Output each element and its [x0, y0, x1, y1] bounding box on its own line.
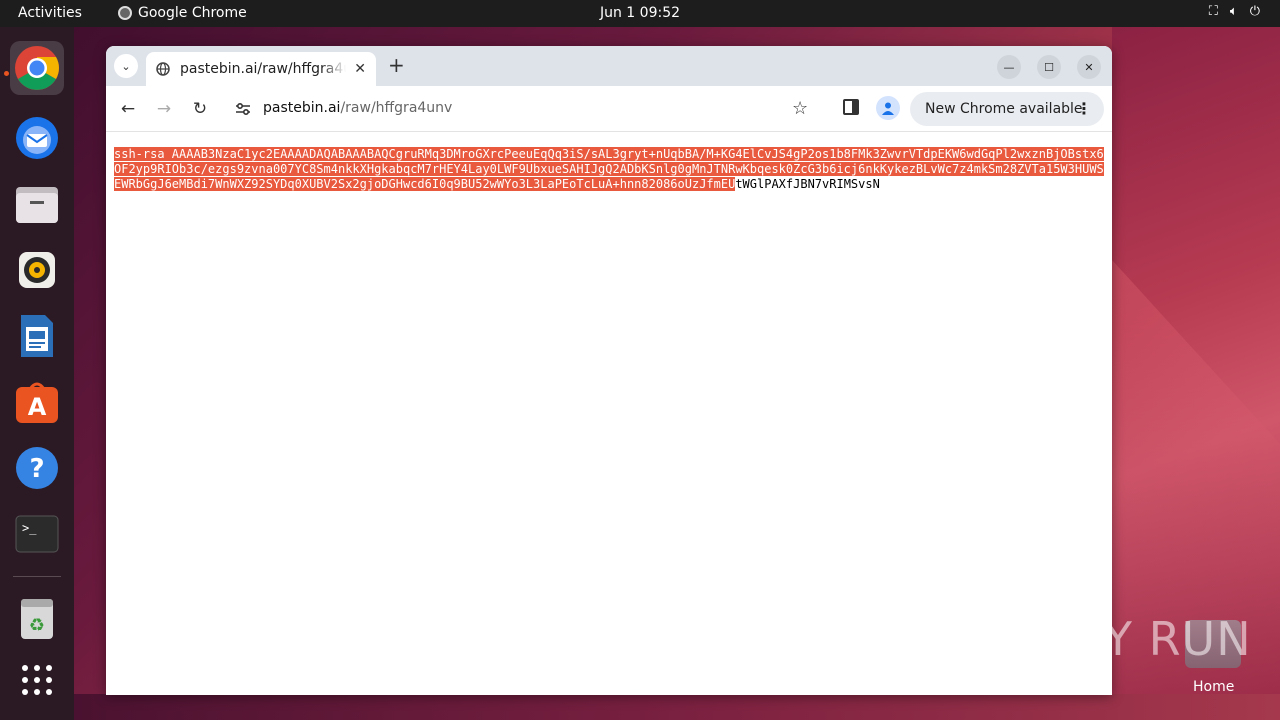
watermark: ANY RUN	[1036, 612, 1252, 666]
chrome-window: ⌄ pastebin.ai/raw/hffgra4unv ✕ + — ☐ ✕ ←…	[106, 46, 1112, 695]
bookmark-star-icon[interactable]: ☆	[792, 98, 808, 119]
maximize-button[interactable]: ☐	[1037, 55, 1061, 79]
chrome-small-icon	[118, 6, 132, 20]
update-chrome-button[interactable]: New Chrome available ⋮	[910, 92, 1104, 126]
dock-app-center[interactable]: A	[10, 375, 64, 429]
speaker-icon	[19, 252, 55, 288]
activities-button[interactable]: Activities	[18, 5, 82, 21]
reload-button[interactable]: ↻	[188, 97, 212, 121]
page-content[interactable]: ssh-rsa AAAAB3NzaC1yc2EAAAADAQABAAABAQCg…	[106, 133, 1112, 695]
person-icon	[882, 102, 894, 115]
unselected-text[interactable]: tWGlPAXfJBN7vRIMSvsN	[735, 177, 880, 191]
svg-text:♻: ♻	[29, 615, 45, 636]
chevron-down-icon: ⌄	[121, 59, 131, 73]
tab-title: pastebin.ai/raw/hffgra4unv	[180, 61, 346, 77]
clock[interactable]: Jun 1 09:52	[600, 5, 680, 21]
new-tab-button[interactable]: +	[388, 55, 405, 75]
profile-button[interactable]	[876, 96, 900, 120]
top-bar: Activities Google Chrome Jun 1 09:52 ⛶ 🔈…	[0, 0, 1280, 27]
tab-strip: ⌄ pastebin.ai/raw/hffgra4unv ✕ + — ☐ ✕	[106, 46, 1112, 86]
tab-search-button[interactable]: ⌄	[114, 54, 138, 78]
chrome-icon	[15, 46, 59, 90]
site-info-icon	[236, 102, 250, 116]
grid-icon	[22, 665, 52, 695]
forward-button[interactable]: →	[152, 97, 176, 121]
close-window-button[interactable]: ✕	[1077, 55, 1101, 79]
url-path: /raw/hffgra4unv	[340, 100, 453, 116]
back-button[interactable]: ←	[116, 97, 140, 121]
globe-icon	[156, 62, 170, 76]
volume-icon: 🔈︎	[1229, 4, 1238, 19]
minimize-button[interactable]: —	[997, 55, 1021, 79]
svg-text:?: ?	[29, 454, 44, 484]
power-icon: ⏻	[1249, 4, 1260, 19]
app-name: Google Chrome	[138, 5, 247, 21]
dock: A ? >_ ♻	[0, 27, 74, 720]
arrow-left-icon: ←	[120, 99, 136, 119]
svg-text:A: A	[28, 393, 47, 421]
tab-close-icon[interactable]: ✕	[354, 61, 366, 77]
dock-separator	[13, 576, 61, 577]
dock-terminal[interactable]: >_	[10, 507, 64, 561]
tab-active[interactable]: pastebin.ai/raw/hffgra4unv ✕	[146, 52, 376, 86]
trash-icon: ♻	[21, 599, 53, 639]
folder-icon	[16, 187, 58, 223]
side-panel-icon[interactable]	[843, 99, 859, 115]
watermark-text: ANY RUN	[1036, 612, 1252, 666]
arrow-right-icon: →	[156, 99, 172, 119]
home-folder-label[interactable]: Home	[1193, 679, 1234, 695]
dock-files[interactable]	[10, 177, 64, 231]
dock-trash[interactable]: ♻	[10, 591, 64, 645]
running-indicator	[4, 71, 9, 76]
address-bar[interactable]: pastebin.ai/raw/hffgra4unv	[226, 92, 826, 126]
update-label: New Chrome available	[925, 101, 1083, 117]
svg-text:>_: >_	[22, 521, 37, 535]
dock-chrome[interactable]	[10, 41, 64, 95]
app-menu[interactable]: Google Chrome	[118, 5, 247, 21]
app-center-icon: A	[16, 382, 58, 423]
menu-dots-icon[interactable]: ⋮	[1076, 99, 1092, 118]
browser-toolbar: ← → ↻ pastebin.ai/raw/hffgra4unv ☆ New C…	[106, 86, 1112, 132]
dock-show-apps[interactable]	[10, 653, 64, 707]
dock-writer[interactable]	[10, 309, 64, 363]
selected-text[interactable]: ssh-rsa AAAAB3NzaC1yc2EAAAADAQABAAABAQCg…	[114, 147, 1104, 191]
network-icon: ⛶	[1208, 4, 1218, 19]
dock-help[interactable]: ?	[10, 441, 64, 495]
help-icon: ?	[16, 447, 58, 489]
thunderbird-icon	[16, 117, 58, 159]
writer-icon	[21, 315, 53, 357]
url-text: pastebin.ai/raw/hffgra4unv	[263, 100, 452, 116]
reload-icon: ↻	[192, 99, 208, 119]
url-host: pastebin.ai	[263, 100, 341, 116]
dock-thunderbird[interactable]	[10, 111, 64, 165]
desktop-wallpaper-bottom	[74, 694, 1280, 720]
terminal-icon: >_	[15, 515, 59, 553]
system-tray[interactable]: ⛶ 🔈︎ ⏻	[1209, 4, 1260, 19]
dock-rhythmbox[interactable]	[10, 243, 64, 297]
